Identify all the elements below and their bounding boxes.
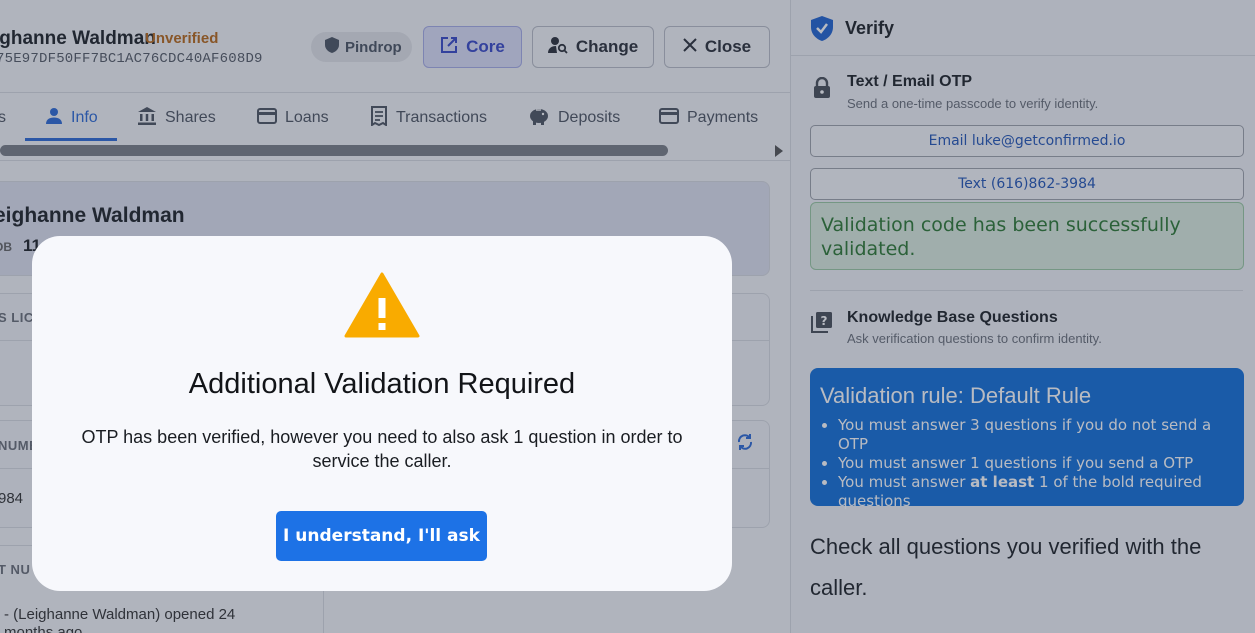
status-badge: Unverified	[145, 30, 219, 47]
otp-title: Text / Email OTP	[847, 73, 973, 90]
tab-label: Payments	[687, 109, 759, 126]
license-label: S LIC	[0, 310, 34, 325]
account-opened-text: - (Leighanne Waldman) opened 24	[4, 606, 236, 623]
core-button[interactable]: Core	[423, 26, 522, 68]
tab-shares[interactable]: Shares	[137, 96, 216, 140]
divider	[0, 92, 790, 93]
shield-icon	[325, 37, 339, 57]
card-icon	[257, 107, 277, 129]
kbq-subtitle: Ask verification questions to confirm id…	[847, 331, 1102, 346]
tab-label: Deposits	[558, 109, 621, 126]
rule-emphasis: at least	[970, 473, 1035, 491]
phone-number-value: 984	[0, 490, 24, 507]
modal-title: Additional Validation Required	[188, 368, 576, 400]
receipt-icon	[370, 105, 388, 131]
divider	[0, 160, 790, 161]
tab-bar: s Info Shares Loans Transactions Deposit…	[0, 96, 790, 140]
question-book-icon: ?	[811, 311, 833, 338]
warning-icon	[344, 272, 420, 343]
rule-item: You must answer 3 questions if you do no…	[838, 416, 1234, 454]
tab-payments[interactable]: Payments	[659, 96, 758, 140]
tab-label: Transactions	[396, 109, 487, 126]
card-icon	[659, 107, 679, 129]
pindrop-badge[interactable]: Pindrop	[311, 32, 412, 62]
rule-item: You must answer 1 questions if you send …	[838, 454, 1234, 473]
close-button[interactable]: Close	[664, 26, 770, 68]
otp-subtitle: Send a one-time passcode to verify ident…	[847, 96, 1099, 111]
tab-label: s	[0, 109, 6, 126]
svg-text:?: ?	[821, 314, 828, 328]
change-button[interactable]: Change	[532, 26, 654, 68]
close-icon	[683, 37, 697, 57]
divider	[810, 290, 1243, 291]
active-tab-indicator	[25, 138, 117, 141]
change-label: Change	[575, 37, 639, 56]
tab-transactions[interactable]: Transactions	[370, 96, 487, 140]
pindrop-label: Pindrop	[345, 38, 402, 56]
divider	[791, 55, 1255, 56]
core-label: Core	[466, 37, 505, 56]
rule-item: You must answer at least 1 of the bold r…	[838, 473, 1234, 511]
text-otp-button[interactable]: Text (616)862-3984	[810, 168, 1244, 200]
profile-name: eighanne Waldman	[0, 204, 185, 227]
email-otp-button[interactable]: Email luke@getconfirmed.io	[810, 125, 1244, 157]
person-icon	[45, 107, 63, 130]
verified-shield-icon	[811, 16, 833, 46]
validation-modal: Additional Validation Required OTP has b…	[32, 236, 732, 591]
tab-partial[interactable]: s	[0, 96, 6, 140]
tab-label: Info	[71, 109, 98, 126]
modal-body: OTP has been verified, however you need …	[81, 427, 683, 471]
tab-scrollbar[interactable]	[0, 145, 668, 156]
account-number-label: T NU	[0, 562, 31, 577]
piggy-icon	[528, 107, 550, 130]
close-label: Close	[704, 37, 752, 56]
member-name: ighanne Waldman	[0, 28, 156, 49]
rule-title: Validation rule: Default Rule	[820, 383, 1092, 408]
external-link-icon	[440, 36, 458, 59]
bank-icon	[137, 106, 157, 131]
rule-text: You must answer	[838, 473, 966, 491]
success-message: Validation code has been successfully va…	[810, 202, 1244, 270]
tab-info[interactable]: Info	[45, 96, 98, 140]
tab-loans[interactable]: Loans	[257, 96, 329, 140]
verify-panel: Verify Text / Email OTP Send a one-time …	[790, 0, 1255, 633]
refresh-icon[interactable]	[736, 433, 754, 456]
validation-rule-box: Validation rule: Default Rule You must a…	[810, 368, 1244, 510]
acknowledge-button[interactable]: I understand, I'll ask	[276, 511, 487, 561]
member-id: 75E97DF50FF7BC1AC76CDC40AF608D9	[0, 51, 263, 67]
tab-deposits[interactable]: Deposits	[528, 96, 620, 140]
check-instructions: Check all questions you verified with th…	[810, 534, 1202, 600]
person-search-icon	[547, 36, 568, 59]
rule-list: You must answer 3 questions if you do no…	[820, 416, 1234, 511]
scroll-right-icon[interactable]	[775, 145, 783, 157]
lock-icon	[813, 76, 831, 104]
tab-label: Shares	[165, 109, 216, 126]
account-opened-text-2: months ago	[4, 624, 83, 633]
tab-label: Loans	[285, 109, 329, 126]
kbq-title: Knowledge Base Questions	[847, 309, 1058, 326]
verify-title: Verify	[845, 18, 895, 38]
dob-label: OB	[0, 240, 12, 254]
